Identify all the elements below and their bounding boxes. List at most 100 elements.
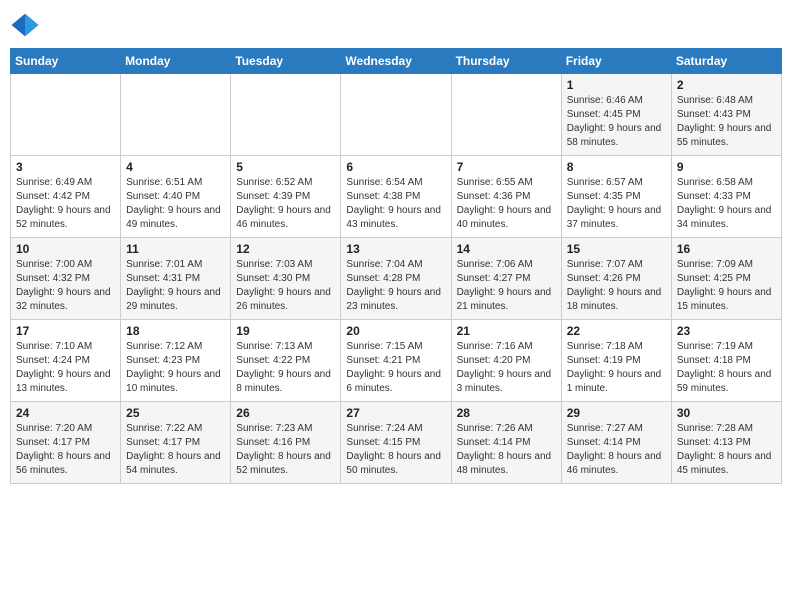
day-number: 24 <box>16 406 115 420</box>
cell-info: Sunrise: 6:58 AM Sunset: 4:33 PM Dayligh… <box>677 176 776 232</box>
calendar-cell: 29 Sunrise: 7:27 AM Sunset: 4:14 PM Dayli… <box>561 402 671 484</box>
calendar-cell: 18 Sunrise: 7:12 AM Sunset: 4:23 PM Dayli… <box>121 320 231 402</box>
cell-info: Sunrise: 6:54 AM Sunset: 4:38 PM Dayligh… <box>346 176 445 232</box>
calendar-cell: 25 Sunrise: 7:22 AM Sunset: 4:17 PM Dayli… <box>121 402 231 484</box>
cell-info: Sunrise: 7:09 AM Sunset: 4:25 PM Dayligh… <box>677 258 776 314</box>
calendar-cell: 9 Sunrise: 6:58 AM Sunset: 4:33 PM Daylig… <box>671 156 781 238</box>
cell-info: Sunrise: 7:00 AM Sunset: 4:32 PM Dayligh… <box>16 258 115 314</box>
calendar-cell: 3 Sunrise: 6:49 AM Sunset: 4:42 PM Daylig… <box>11 156 121 238</box>
calendar-cell <box>231 74 341 156</box>
calendar-cell: 8 Sunrise: 6:57 AM Sunset: 4:35 PM Daylig… <box>561 156 671 238</box>
calendar-cell: 2 Sunrise: 6:48 AM Sunset: 4:43 PM Daylig… <box>671 74 781 156</box>
cell-info: Sunrise: 6:57 AM Sunset: 4:35 PM Dayligh… <box>567 176 666 232</box>
cell-info: Sunrise: 6:48 AM Sunset: 4:43 PM Dayligh… <box>677 94 776 150</box>
day-number: 25 <box>126 406 225 420</box>
calendar-cell <box>341 74 451 156</box>
calendar-cell: 21 Sunrise: 7:16 AM Sunset: 4:20 PM Dayli… <box>451 320 561 402</box>
cell-info: Sunrise: 7:19 AM Sunset: 4:18 PM Dayligh… <box>677 340 776 396</box>
cell-info: Sunrise: 7:22 AM Sunset: 4:17 PM Dayligh… <box>126 422 225 478</box>
cell-info: Sunrise: 6:55 AM Sunset: 4:36 PM Dayligh… <box>457 176 556 232</box>
calendar-table: SundayMondayTuesdayWednesdayThursdayFrid… <box>10 48 782 484</box>
page-header <box>10 10 782 40</box>
calendar-cell: 4Sunrise: 6:51 AM Sunset: 4:40 PM Daylig… <box>121 156 231 238</box>
day-number: 14 <box>457 242 556 256</box>
day-number: 30 <box>677 406 776 420</box>
calendar-header: SundayMondayTuesdayWednesdayThursdayFrid… <box>11 49 782 74</box>
calendar-cell: 26Sunrise: 7:23 AM Sunset: 4:16 PM Dayli… <box>231 402 341 484</box>
cell-info: Sunrise: 7:01 AM Sunset: 4:31 PM Dayligh… <box>126 258 225 314</box>
day-number: 7 <box>457 160 556 174</box>
cell-info: Sunrise: 7:07 AM Sunset: 4:26 PM Dayligh… <box>567 258 666 314</box>
cell-info: Sunrise: 7:18 AM Sunset: 4:19 PM Dayligh… <box>567 340 666 396</box>
cell-info: Sunrise: 6:46 AM Sunset: 4:45 PM Dayligh… <box>567 94 666 150</box>
calendar-cell <box>11 74 121 156</box>
calendar-cell: 7 Sunrise: 6:55 AM Sunset: 4:36 PM Daylig… <box>451 156 561 238</box>
cell-info: Sunrise: 7:28 AM Sunset: 4:13 PM Dayligh… <box>677 422 776 478</box>
calendar-cell: 20 Sunrise: 7:15 AM Sunset: 4:21 PM Dayli… <box>341 320 451 402</box>
calendar-cell: 23Sunrise: 7:19 AM Sunset: 4:18 PM Dayli… <box>671 320 781 402</box>
calendar-cell: 12 Sunrise: 7:03 AM Sunset: 4:30 PM Dayli… <box>231 238 341 320</box>
day-number: 16 <box>677 242 776 256</box>
cell-info: Sunrise: 7:13 AM Sunset: 4:22 PM Dayligh… <box>236 340 335 396</box>
calendar-cell: 1 Sunrise: 6:46 AM Sunset: 4:45 PM Daylig… <box>561 74 671 156</box>
logo-icon <box>10 10 40 40</box>
cell-info: Sunrise: 7:12 AM Sunset: 4:23 PM Dayligh… <box>126 340 225 396</box>
day-number: 11 <box>126 242 225 256</box>
cell-info: Sunrise: 7:27 AM Sunset: 4:14 PM Dayligh… <box>567 422 666 478</box>
day-number: 6 <box>346 160 445 174</box>
day-number: 28 <box>457 406 556 420</box>
cell-info: Sunrise: 7:03 AM Sunset: 4:30 PM Dayligh… <box>236 258 335 314</box>
day-number: 20 <box>346 324 445 338</box>
day-number: 21 <box>457 324 556 338</box>
cell-info: Sunrise: 7:15 AM Sunset: 4:21 PM Dayligh… <box>346 340 445 396</box>
cell-info: Sunrise: 7:23 AM Sunset: 4:16 PM Dayligh… <box>236 422 335 478</box>
calendar-cell: 5 Sunrise: 6:52 AM Sunset: 4:39 PM Daylig… <box>231 156 341 238</box>
day-number: 9 <box>677 160 776 174</box>
calendar-cell: 27 Sunrise: 7:24 AM Sunset: 4:15 PM Dayli… <box>341 402 451 484</box>
calendar-cell <box>121 74 231 156</box>
day-number: 17 <box>16 324 115 338</box>
calendar-cell: 17 Sunrise: 7:10 AM Sunset: 4:24 PM Dayli… <box>11 320 121 402</box>
day-number: 3 <box>16 160 115 174</box>
day-number: 13 <box>346 242 445 256</box>
calendar-cell: 14Sunrise: 7:06 AM Sunset: 4:27 PM Dayli… <box>451 238 561 320</box>
day-number: 29 <box>567 406 666 420</box>
cell-info: Sunrise: 7:10 AM Sunset: 4:24 PM Dayligh… <box>16 340 115 396</box>
header-sunday: Sunday <box>11 49 121 74</box>
day-number: 5 <box>236 160 335 174</box>
day-number: 8 <box>567 160 666 174</box>
calendar-cell: 16 Sunrise: 7:09 AM Sunset: 4:25 PM Dayli… <box>671 238 781 320</box>
day-number: 22 <box>567 324 666 338</box>
cell-info: Sunrise: 7:20 AM Sunset: 4:17 PM Dayligh… <box>16 422 115 478</box>
calendar-cell: 19 Sunrise: 7:13 AM Sunset: 4:22 PM Dayli… <box>231 320 341 402</box>
header-tuesday: Tuesday <box>231 49 341 74</box>
day-number: 1 <box>567 78 666 92</box>
day-number: 19 <box>236 324 335 338</box>
calendar-cell: 24 Sunrise: 7:20 AM Sunset: 4:17 PM Dayli… <box>11 402 121 484</box>
cell-info: Sunrise: 7:16 AM Sunset: 4:20 PM Dayligh… <box>457 340 556 396</box>
calendar-cell <box>451 74 561 156</box>
calendar-cell: 22 Sunrise: 7:18 AM Sunset: 4:19 PM Dayli… <box>561 320 671 402</box>
calendar-cell: 10 Sunrise: 7:00 AM Sunset: 4:32 PM Dayli… <box>11 238 121 320</box>
day-number: 18 <box>126 324 225 338</box>
day-number: 4 <box>126 160 225 174</box>
calendar-cell: 28 Sunrise: 7:26 AM Sunset: 4:14 PM Dayli… <box>451 402 561 484</box>
day-number: 27 <box>346 406 445 420</box>
day-number: 10 <box>16 242 115 256</box>
cell-info: Sunrise: 7:04 AM Sunset: 4:28 PM Dayligh… <box>346 258 445 314</box>
header-friday: Friday <box>561 49 671 74</box>
calendar-cell: 13 Sunrise: 7:04 AM Sunset: 4:28 PM Dayli… <box>341 238 451 320</box>
calendar-cell: 15Sunrise: 7:07 AM Sunset: 4:26 PM Dayli… <box>561 238 671 320</box>
logo <box>10 10 44 40</box>
cell-info: Sunrise: 6:52 AM Sunset: 4:39 PM Dayligh… <box>236 176 335 232</box>
calendar-cell: 30 Sunrise: 7:28 AM Sunset: 4:13 PM Dayli… <box>671 402 781 484</box>
cell-info: Sunrise: 6:49 AM Sunset: 4:42 PM Dayligh… <box>16 176 115 232</box>
header-saturday: Saturday <box>671 49 781 74</box>
day-number: 2 <box>677 78 776 92</box>
header-monday: Monday <box>121 49 231 74</box>
cell-info: Sunrise: 7:26 AM Sunset: 4:14 PM Dayligh… <box>457 422 556 478</box>
cell-info: Sunrise: 7:24 AM Sunset: 4:15 PM Dayligh… <box>346 422 445 478</box>
day-number: 12 <box>236 242 335 256</box>
calendar-cell: 6 Sunrise: 6:54 AM Sunset: 4:38 PM Daylig… <box>341 156 451 238</box>
calendar-cell: 11 Sunrise: 7:01 AM Sunset: 4:31 PM Dayli… <box>121 238 231 320</box>
